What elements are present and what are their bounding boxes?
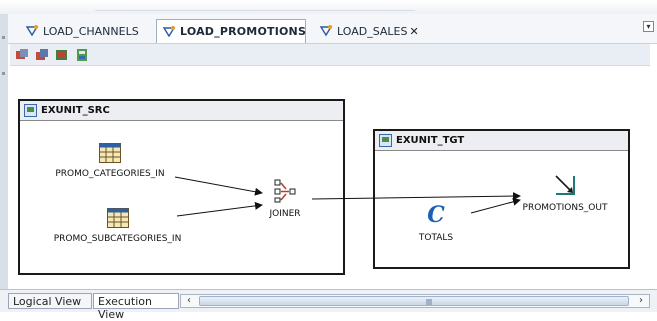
horizontal-scrollbar[interactable]: ‹ › — [180, 294, 650, 308]
table-icon — [106, 208, 129, 228]
execution-unit-header: EXUNIT_SRC — [20, 101, 343, 121]
mapping-icon — [162, 25, 176, 39]
tab-list-dropdown-icon[interactable]: ▾ — [643, 21, 654, 32]
diagram-toolbar — [10, 44, 650, 66]
promotions-out-node[interactable]: PROMOTIONS_OUT — [517, 173, 613, 213]
execution-unit-tgt[interactable]: EXUNIT_TGT C TOTALS PROMOTIONS_OUT — [373, 129, 630, 269]
node-label: TOTALS — [418, 233, 454, 243]
tab-load-channels[interactable]: LOAD_CHANNELS — [20, 19, 154, 43]
deploy-icon[interactable] — [74, 47, 90, 63]
execute-icon[interactable] — [54, 47, 70, 63]
gutter-mark — [2, 72, 5, 75]
tab-label: LOAD_CHANNELS — [43, 24, 139, 38]
diagram-canvas[interactable]: EXUNIT_SRC PROMO_CATEGORIES_IN PROMO_SUB… — [10, 66, 652, 288]
node-label: PROMO_CATEGORIES_IN — [55, 169, 165, 179]
mapping-icon — [319, 24, 333, 38]
close-tab-icon[interactable]: ✕ — [409, 25, 418, 38]
tab-label: LOAD_SALES — [337, 24, 408, 38]
gutter-mark — [2, 36, 5, 39]
side-gutter — [0, 14, 8, 311]
editor-tab-bar: LOAD_CHANNELS LOAD_PROMOTIONS LOAD_SALES… — [0, 0, 657, 44]
tab-logical-view[interactable]: Logical View — [8, 293, 92, 309]
tab-strip-top — [0, 0, 657, 14]
mapping-icon — [25, 24, 39, 38]
view-tab-bar: Logical View Execution View ‹ › — [0, 289, 657, 321]
promo-subcategories-in-node[interactable]: PROMO_SUBCATEGORIES_IN — [50, 208, 185, 244]
scroll-left-icon[interactable]: ‹ — [182, 295, 196, 307]
constant-icon: C — [427, 202, 445, 228]
execution-unit-header: EXUNIT_TGT — [375, 131, 628, 151]
scroll-right-icon[interactable]: › — [634, 295, 648, 307]
table-icon — [99, 143, 121, 163]
tab-label: LOAD_PROMOTIONS — [180, 25, 307, 38]
node-label: PROMOTIONS_OUT — [522, 203, 608, 213]
promo-categories-in-node[interactable]: PROMO_CATEGORIES_IN — [50, 143, 170, 179]
execution-unit-icon — [24, 104, 37, 117]
execution-unit-src[interactable]: EXUNIT_SRC PROMO_CATEGORIES_IN PROMO_SUB… — [18, 99, 345, 275]
grip-icon — [426, 299, 432, 305]
target-table-icon — [553, 173, 577, 197]
tab-strip-line — [95, 10, 415, 11]
node-label: JOINER — [269, 209, 301, 219]
validate-icon[interactable] — [14, 47, 30, 63]
tab-execution-view[interactable]: Execution View — [93, 293, 179, 321]
totals-node[interactable]: C TOTALS — [411, 203, 461, 243]
joiner-node[interactable]: JOINER — [265, 179, 305, 219]
scrollbar-thumb[interactable] — [199, 296, 629, 306]
mapping-editor: LOAD_CHANNELS LOAD_PROMOTIONS LOAD_SALES… — [0, 0, 657, 321]
tab-load-promotions[interactable]: LOAD_PROMOTIONS — [156, 19, 306, 43]
tab-load-sales[interactable]: LOAD_SALES ✕ — [314, 19, 424, 43]
execution-unit-title: EXUNIT_TGT — [396, 135, 465, 146]
node-label: PROMO_SUBCATEGORIES_IN — [53, 234, 182, 244]
validate-all-icon[interactable] — [34, 47, 50, 63]
execution-unit-title: EXUNIT_SRC — [41, 105, 110, 116]
joiner-icon — [274, 179, 296, 203]
execution-unit-icon — [379, 134, 392, 147]
